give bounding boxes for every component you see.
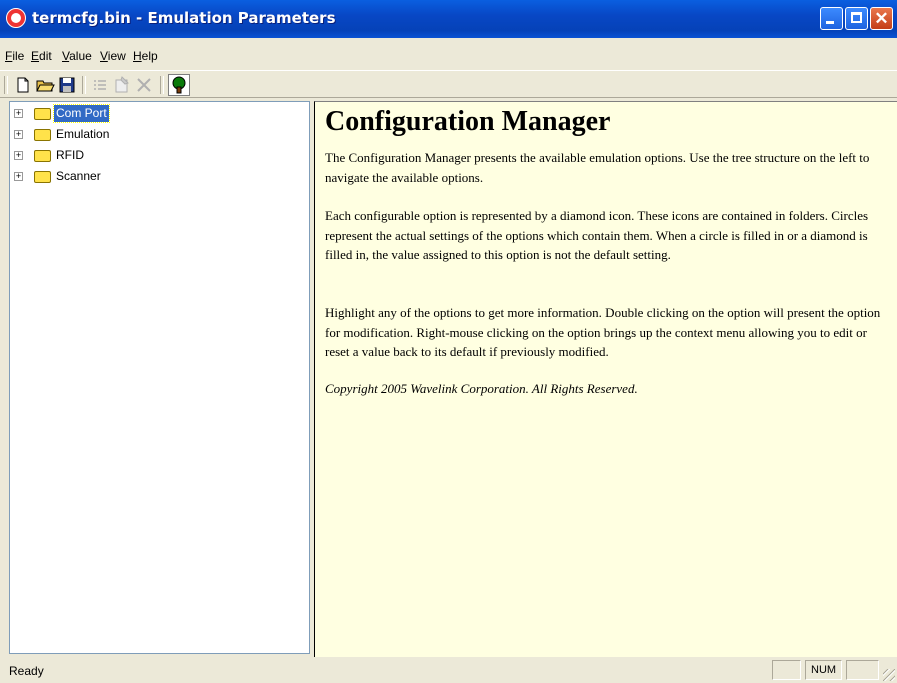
menu-help[interactable]: Help [133, 49, 158, 63]
expand-icon[interactable]: + [14, 130, 23, 139]
folder-icon [34, 108, 51, 120]
options-tree[interactable]: + Com Port + Emulation + RFID + Scanner [9, 101, 310, 654]
menu-edit[interactable]: Edit [31, 49, 52, 63]
tree-item-label[interactable]: RFID [54, 147, 86, 164]
expand-icon[interactable]: + [14, 151, 23, 160]
app-icon[interactable] [6, 8, 26, 28]
new-icon[interactable] [13, 75, 33, 95]
folder-icon [34, 171, 51, 183]
intro-paragraph: The Configuration Manager presents the a… [325, 150, 870, 185]
usage-paragraph: Highlight any of the options to get more… [325, 305, 881, 359]
save-icon[interactable] [57, 75, 77, 95]
tree-icon[interactable] [168, 74, 190, 96]
copyright-text: Copyright 2005 Wavelink Corporation. All… [325, 381, 638, 396]
maximize-button[interactable] [845, 7, 868, 30]
minimize-button[interactable] [820, 7, 843, 30]
menu-value[interactable]: Value [62, 49, 92, 63]
expand-icon[interactable]: + [14, 172, 23, 181]
window-title: termcfg.bin - Emulation Parameters [32, 9, 336, 27]
status-bar: Ready NUM [0, 657, 897, 683]
folder-icon [34, 129, 51, 141]
help-pane: Configuration Manager The Configuration … [314, 101, 897, 657]
tree-item-label[interactable]: Emulation [54, 126, 111, 143]
maximize-icon [851, 12, 862, 23]
tree-item-label[interactable]: Scanner [54, 168, 103, 185]
status-pane-caps [772, 660, 801, 680]
properties-icon[interactable] [112, 75, 132, 95]
toolbar-separator [82, 76, 86, 94]
open-icon[interactable] [35, 75, 55, 95]
title-bar[interactable]: termcfg.bin - Emulation Parameters ✕ [0, 0, 897, 38]
toolbar [0, 70, 897, 98]
page-title: Configuration Manager [325, 106, 611, 137]
toolbar-grip [4, 76, 8, 94]
expand-icon[interactable]: + [14, 109, 23, 118]
menu-view[interactable]: View [100, 49, 126, 63]
status-text: Ready [9, 664, 44, 678]
tree-item-label[interactable]: Com Port [53, 104, 110, 123]
menu-bar: File Edit Value View Help [0, 46, 897, 66]
toolbar-separator [160, 76, 164, 94]
status-pane-scroll [846, 660, 879, 680]
list-icon[interactable] [90, 75, 110, 95]
icons-paragraph: Each configurable option is represented … [325, 208, 869, 262]
status-pane-num: NUM [805, 660, 842, 680]
folder-icon [34, 150, 51, 162]
minimize-icon [826, 21, 834, 24]
close-icon: ✕ [874, 9, 889, 28]
resize-grip[interactable] [883, 669, 895, 681]
close-button[interactable]: ✕ [870, 7, 893, 30]
menu-file[interactable]: File [5, 49, 24, 63]
delete-icon[interactable] [134, 75, 154, 95]
